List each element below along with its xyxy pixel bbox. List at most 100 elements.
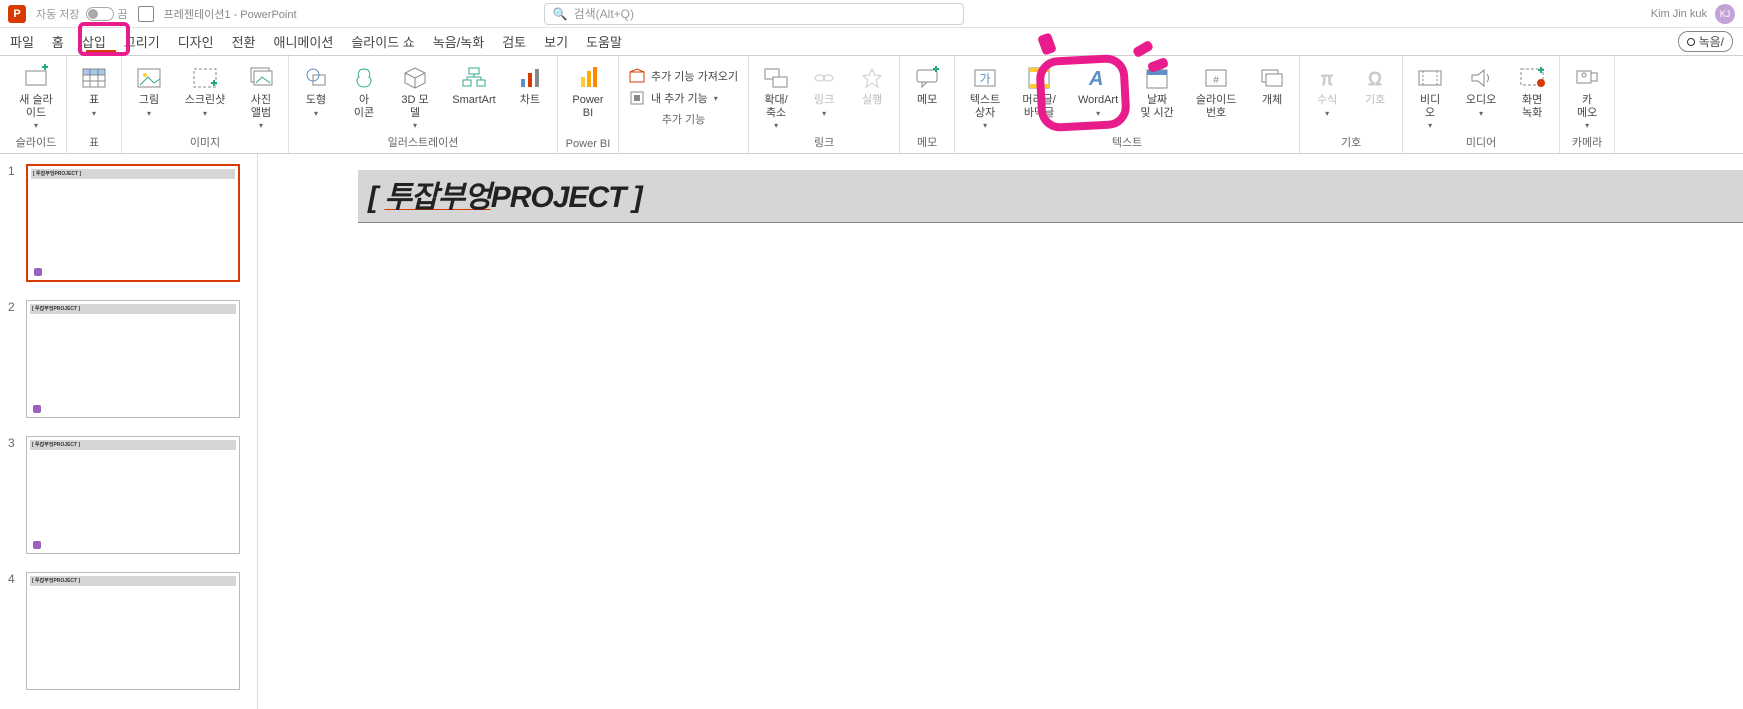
tab-record[interactable]: 녹음/녹화 [433,32,484,51]
slide-title-close: ] [625,181,641,214]
shapes-button[interactable]: 도형 ▾ [295,60,337,118]
get-addins-button[interactable]: 추가 기능 가져오기 [625,66,742,86]
datetime-label: 날짜 및 시간 [1140,94,1173,119]
symbol-button: Ω 기호 [1354,60,1396,107]
textbox-button[interactable]: 가 텍스트 상자 ▾ [961,60,1009,130]
object-label: 개체 [1262,94,1282,107]
chart-button[interactable]: 차트 [509,60,551,107]
document-title: 프레젠테이션1 - PowerPoint [164,6,297,22]
thumb-row[interactable]: 1 [ 투잡부엉PROJECT ] [8,164,249,282]
icons-button[interactable]: 아 이콘 [343,60,385,119]
thumb-number: 3 [8,436,18,554]
tab-review[interactable]: 검토 [502,32,526,51]
picture-button[interactable]: 그림 ▾ [128,60,170,118]
thumb-header-text: [ 투잡부엉PROJECT ] [30,304,236,313]
smartart-button[interactable]: SmartArt [445,60,503,107]
equation-label: 수식 [1317,94,1337,107]
symbol-icon: Ω [1361,64,1389,92]
wordart-icon: A [1084,64,1112,92]
record-button-label: 녹음/ [1699,33,1724,50]
thumb-number: 2 [8,300,18,418]
chevron-down-icon: ▾ [983,121,987,130]
tab-transitions[interactable]: 전환 [232,32,256,51]
screenshot-button[interactable]: 스크린샷 ▾ [176,60,234,118]
group-addins: 추가 기능 가져오기 내 추가 기능 ▾ 추가 기능 [619,56,749,153]
record-button[interactable]: 녹음/ [1678,31,1733,52]
cameo-label: 카 메오 [1577,94,1597,119]
thumb-logo-icon [33,405,41,413]
smartart-label: SmartArt [452,94,495,107]
zoom-button[interactable]: 확대/ 축소 ▾ [755,60,797,130]
header-footer-button[interactable]: 머리글/ 바닥글 [1015,60,1063,119]
comment-label: 메모 [917,94,937,107]
link-icon [810,64,838,92]
audio-icon [1467,64,1495,92]
slide-number-button[interactable]: # 슬라이드 번호 [1187,60,1245,119]
tab-animations[interactable]: 애니메이션 [274,32,334,51]
screenshot-icon [191,64,219,92]
slide-title-bar[interactable]: [ 투잡부엉PROJECT ] [358,170,1743,223]
tab-insert[interactable]: 삽입 [82,32,106,51]
group-addins-label: 추가 기능 [662,108,706,130]
group-symbols-label: 기호 [1341,131,1361,153]
powerbi-button[interactable]: Power BI [564,60,612,119]
ribbon-tabs: 파일 홈 삽입 그리기 디자인 전환 애니메이션 슬라이드 쇼 녹음/녹화 검토… [0,28,1743,56]
header-footer-label: 머리글/ 바닥글 [1022,94,1055,119]
group-powerbi-label: Power BI [566,135,611,153]
slide-thumb-2[interactable]: [ 투잡부엉PROJECT ] [26,300,240,418]
autosave-toggle[interactable] [86,7,114,21]
wordart-label: WordArt [1078,94,1118,107]
equation-icon: π [1313,64,1341,92]
object-icon [1258,64,1286,92]
tab-view[interactable]: 보기 [544,32,568,51]
chevron-down-icon: ▾ [34,121,38,130]
wordart-button[interactable]: A WordArt ▾ [1069,60,1127,118]
tab-home[interactable]: 홈 [52,32,64,51]
photo-album-button[interactable]: 사진 앨범 ▾ [240,60,282,130]
textbox-icon: 가 [971,64,999,92]
new-slide-button[interactable]: 새 슬라 이드 ▾ [12,60,60,130]
comment-button[interactable]: 메모 [906,60,948,107]
group-slides: 새 슬라 이드 ▾ 슬라이드 [6,56,67,153]
table-button[interactable]: 표 ▾ [73,60,115,118]
tab-draw[interactable]: 그리기 [124,32,160,51]
slide-thumb-1[interactable]: [ 투잡부엉PROJECT ] [26,164,240,282]
screen-recording-button[interactable]: 화면 녹화 [1511,60,1553,119]
group-text-label: 텍스트 [1112,131,1142,153]
group-media: 비디 오 ▾ 오디오 ▾ 화면 녹화 미디어 [1403,56,1560,153]
tab-help[interactable]: 도움말 [586,32,622,51]
chart-label: 차트 [520,94,540,107]
video-button[interactable]: 비디 오 ▾ [1409,60,1451,130]
chevron-down-icon: ▾ [1428,121,1432,130]
group-media-label: 미디어 [1466,131,1496,153]
thumb-row[interactable]: 2 [ 투잡부엉PROJECT ] [8,300,249,418]
tab-design[interactable]: 디자인 [178,32,214,51]
table-icon [80,64,108,92]
equation-button: π 수식 ▾ [1306,60,1348,118]
new-slide-icon [22,64,50,92]
svg-text:π: π [1321,69,1333,89]
3d-models-button[interactable]: 3D 모 델 ▾ [391,60,439,130]
thumb-row[interactable]: 3 [ 투잡부엉PROJECT ] [8,436,249,554]
photo-album-icon [247,64,275,92]
group-comments: 메모 메모 [900,56,955,153]
tab-active-underline [86,50,116,52]
thumb-row[interactable]: 4 [ 투잡부엉PROJECT ] [8,572,249,690]
slide-thumb-4[interactable]: [ 투잡부엉PROJECT ] [26,572,240,690]
save-icon[interactable] [138,6,154,22]
thumb-number: 1 [8,164,18,282]
audio-button[interactable]: 오디오 ▾ [1457,60,1505,118]
object-button[interactable]: 개체 [1251,60,1293,107]
slide-thumbnail-panel[interactable]: 1 [ 투잡부엉PROJECT ] 2 [ 투잡부엉PROJECT ] 3 [ … [0,154,258,709]
my-addins-button[interactable]: 내 추가 기능 ▾ [625,88,742,108]
cameo-icon [1573,64,1601,92]
group-comments-label: 메모 [917,131,937,153]
slide-canvas[interactable]: [ 투잡부엉PROJECT ] [258,154,1743,709]
user-avatar[interactable]: KJ [1715,4,1735,24]
cameo-button[interactable]: 카 메오 ▾ [1566,60,1608,130]
new-slide-label: 새 슬라 이드 [19,94,52,119]
search-input[interactable]: 🔍 검색(Alt+Q) [544,3,964,25]
tab-slideshow[interactable]: 슬라이드 쇼 [351,32,414,51]
slide-thumb-3[interactable]: [ 투잡부엉PROJECT ] [26,436,240,554]
tab-file[interactable]: 파일 [10,32,34,51]
